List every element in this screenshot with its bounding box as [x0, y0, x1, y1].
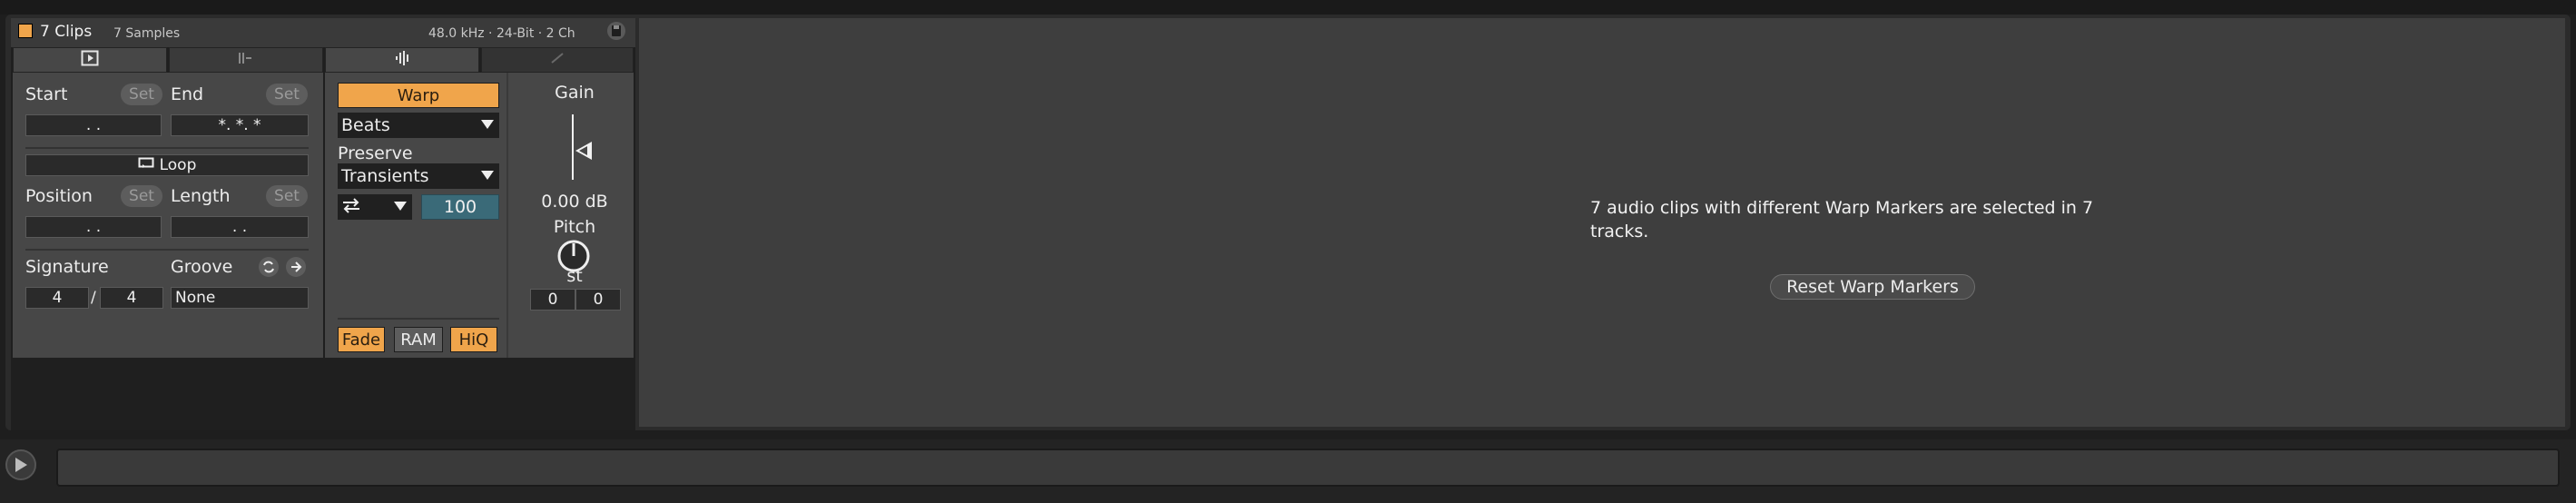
- tab-envelopes[interactable]: [169, 47, 323, 73]
- signature-slash: /: [91, 289, 96, 307]
- loop-mode-icon: [341, 197, 361, 218]
- start-field[interactable]: . .: [25, 114, 162, 136]
- start-label: Start: [25, 84, 68, 104]
- length-set-button[interactable]: Set: [266, 185, 308, 207]
- position-set-button[interactable]: Set: [121, 185, 162, 207]
- groove-commit-icon[interactable]: [285, 256, 307, 278]
- start-set-button[interactable]: Set: [121, 84, 162, 105]
- divider: [25, 249, 309, 251]
- save-icon[interactable]: [606, 21, 626, 41]
- tab-expand[interactable]: [481, 47, 634, 73]
- reset-warp-markers-button[interactable]: Reset Warp Markers: [1770, 274, 1975, 300]
- gain-label: Gain: [555, 83, 595, 103]
- loop-label: Loop: [159, 156, 197, 174]
- divider: [506, 73, 508, 358]
- top-strip: [0, 0, 2576, 15]
- end-label: End: [171, 84, 204, 104]
- length-field[interactable]: . .: [171, 216, 309, 238]
- signature-numerator[interactable]: 4: [25, 287, 89, 309]
- warp-markers-message: 7 audio clips with different Warp Marker…: [1590, 198, 2094, 242]
- gain-thumb-inner: [579, 146, 587, 155]
- position-label: Position: [25, 186, 93, 206]
- envelope-tab-icon: [237, 50, 255, 70]
- gain-value: 0.00 dB: [541, 192, 608, 212]
- clip-tab-icon: [81, 50, 99, 70]
- expand-icon: [548, 50, 566, 70]
- groove-chooser[interactable]: None: [171, 287, 309, 309]
- loop-icon: [138, 156, 154, 174]
- chevron-down-icon: [481, 120, 494, 129]
- clip-title: 7 Clips: [40, 23, 93, 41]
- end-set-button[interactable]: Set: [266, 84, 308, 105]
- pitch-unit: st: [566, 266, 583, 286]
- chevron-down-icon: [481, 171, 494, 180]
- clip-color-swatch[interactable]: [18, 24, 33, 38]
- loop-button[interactable]: Loop: [25, 154, 309, 176]
- ram-button[interactable]: RAM: [394, 327, 443, 352]
- preserve-value: Transients: [341, 166, 429, 186]
- play-icon: [15, 458, 27, 472]
- preserve-label: Preserve: [338, 143, 413, 163]
- pitch-label: Pitch: [553, 217, 596, 237]
- warp-mode-value: Beats: [341, 115, 390, 135]
- warp-button[interactable]: Warp: [338, 83, 499, 108]
- fade-button[interactable]: Fade: [338, 327, 385, 352]
- chevron-down-icon: [394, 202, 407, 211]
- transient-loop-mode-dropdown[interactable]: [338, 194, 412, 220]
- divider: [25, 147, 309, 149]
- clip-sample-format: 48.0 kHz · 24-Bit · 2 Ch: [428, 26, 575, 41]
- preserve-dropdown[interactable]: Transients: [338, 163, 499, 189]
- waveform-tab-icon: [393, 50, 411, 70]
- tab-audio[interactable]: [325, 47, 479, 73]
- position-field[interactable]: . .: [25, 216, 162, 238]
- signature-label: Signature: [25, 257, 109, 277]
- signature-denominator[interactable]: 4: [100, 287, 163, 309]
- pitch-coarse-field[interactable]: 0: [530, 289, 575, 311]
- clip-samples-count: 7 Samples: [113, 26, 181, 41]
- transient-envelope-field[interactable]: 100: [421, 194, 499, 220]
- gain-slider-track[interactable]: [572, 114, 574, 180]
- divider: [338, 318, 499, 320]
- groove-hotswap-icon[interactable]: [258, 256, 280, 278]
- pitch-fine-field[interactable]: 0: [575, 289, 621, 311]
- groove-label: Groove: [171, 257, 233, 277]
- length-label: Length: [171, 186, 231, 206]
- tab-clip[interactable]: [13, 47, 167, 73]
- warp-mode-dropdown[interactable]: Beats: [338, 113, 499, 138]
- end-field[interactable]: *. *. *: [171, 114, 309, 136]
- hiq-button[interactable]: HiQ: [450, 327, 497, 352]
- status-text-field: [56, 449, 2560, 487]
